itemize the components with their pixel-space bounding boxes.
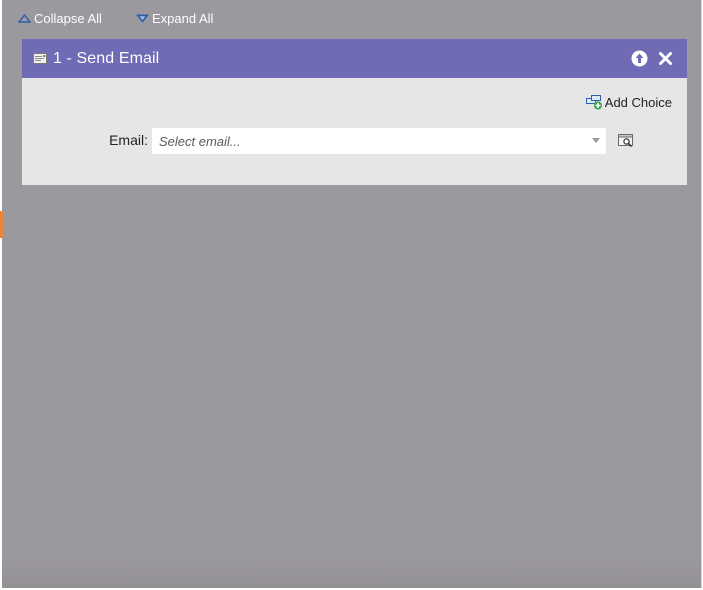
move-up-icon[interactable] xyxy=(631,50,648,67)
preview-email-button[interactable] xyxy=(618,134,635,148)
chevron-down-icon[interactable] xyxy=(592,138,600,143)
add-choice-button[interactable]: Add Choice xyxy=(585,95,672,110)
email-select[interactable] xyxy=(152,128,606,154)
flow-step-header[interactable]: 1 - Send Email xyxy=(22,39,687,78)
flow-step-title: 1 - Send Email xyxy=(53,49,160,67)
add-choice-label: Add Choice xyxy=(604,95,672,110)
collapse-all-label: Collapse All xyxy=(34,11,102,26)
close-icon[interactable] xyxy=(658,51,673,66)
flow-step-panel: 1 - Send Email Add Choice Email: Select … xyxy=(22,39,687,185)
header-actions xyxy=(631,50,673,67)
email-select-input[interactable] xyxy=(152,132,581,150)
collapse-all-button[interactable]: Collapse All xyxy=(18,11,102,26)
email-card-icon xyxy=(33,53,47,64)
preview-magnifier-icon xyxy=(618,134,635,148)
triangle-up-icon xyxy=(18,14,34,23)
left-edge-accent xyxy=(0,211,3,238)
expand-all-label: Expand All xyxy=(152,11,214,26)
add-choice-icon xyxy=(585,95,605,110)
expand-all-button[interactable]: Expand All xyxy=(136,11,213,26)
email-field-label: Email: xyxy=(109,132,148,148)
triangle-down-icon xyxy=(136,14,152,23)
